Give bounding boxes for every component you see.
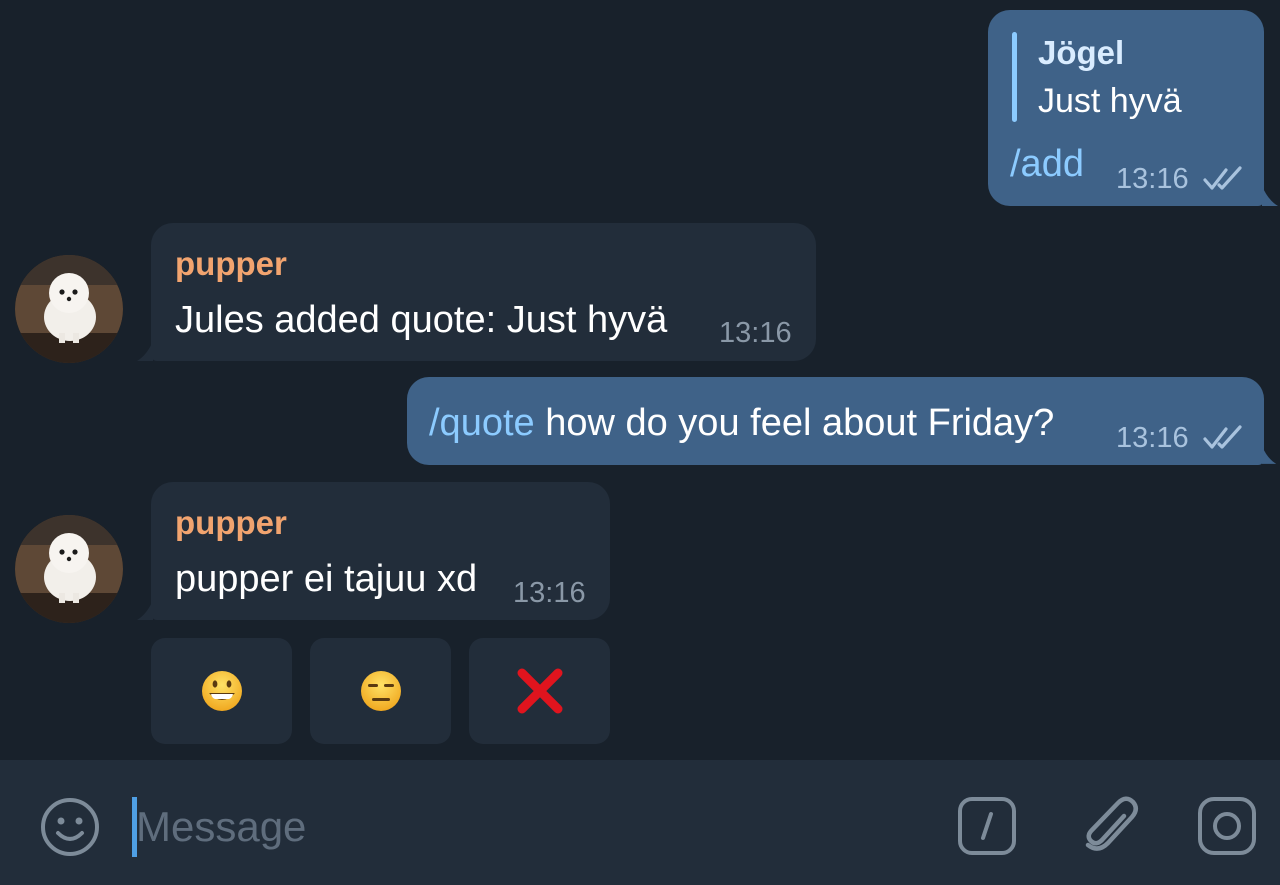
bot-command-icon[interactable] — [957, 796, 1017, 856]
message-text: pupper ei tajuu xd — [175, 558, 478, 600]
message-time: 13:16 — [1116, 422, 1189, 454]
incoming-message[interactable]: pupper pupper ei tajuu xd 13:16 — [137, 482, 610, 620]
message-time: 13:16 — [513, 577, 586, 609]
reply-text: Just hyvä — [1038, 82, 1182, 120]
smiley-icon[interactable] — [39, 796, 101, 858]
bubble-tail — [137, 600, 153, 620]
inline-button-expressionless[interactable] — [310, 638, 451, 744]
message-text: Jules added quote: Just hyvä — [175, 299, 668, 341]
read-checkmarks-icon — [1203, 425, 1242, 449]
message-input[interactable]: Message — [136, 803, 306, 851]
message-time: 13:16 — [1116, 163, 1189, 195]
read-checkmarks-icon — [1203, 166, 1242, 190]
grinning-face-emoji-icon — [201, 671, 242, 711]
message-time: 13:16 — [719, 317, 792, 349]
chat-history[interactable]: Jögel Just hyvä /add 13:16 pupper Jules … — [0, 0, 1280, 760]
inline-button-grinning[interactable] — [151, 638, 292, 744]
paperclip-icon[interactable] — [1080, 794, 1140, 858]
avatar[interactable] — [15, 515, 123, 623]
expressionless-face-emoji-icon — [360, 671, 401, 711]
reply-bar — [1012, 32, 1017, 122]
avatar[interactable] — [15, 255, 123, 363]
incoming-message[interactable]: pupper Jules added quote: Just hyvä 13:1… — [137, 223, 816, 361]
cross-mark-emoji-icon — [517, 668, 562, 714]
outgoing-message[interactable]: /quote how do you feel about Friday? 13:… — [407, 377, 1277, 465]
outgoing-message[interactable]: Jögel Just hyvä /add 13:16 — [988, 10, 1278, 206]
bubble-tail — [1262, 186, 1278, 206]
message-text: how do you feel about Friday? — [534, 402, 1055, 444]
dog-photo-icon — [15, 515, 123, 623]
sender-name[interactable]: pupper — [175, 504, 287, 542]
bot-command-link[interactable]: /quote — [429, 402, 535, 444]
reply-quote[interactable]: Jögel Just hyvä — [1012, 32, 1252, 130]
camera-icon[interactable] — [1197, 796, 1257, 856]
bot-command-link[interactable]: /add — [1010, 143, 1084, 185]
reply-author: Jögel — [1038, 34, 1125, 71]
sender-name[interactable]: pupper — [175, 245, 287, 283]
dog-photo-icon — [15, 255, 123, 363]
bubble-tail — [1262, 446, 1277, 464]
inline-button-cross[interactable] — [469, 638, 610, 744]
bubble-tail — [137, 341, 153, 361]
